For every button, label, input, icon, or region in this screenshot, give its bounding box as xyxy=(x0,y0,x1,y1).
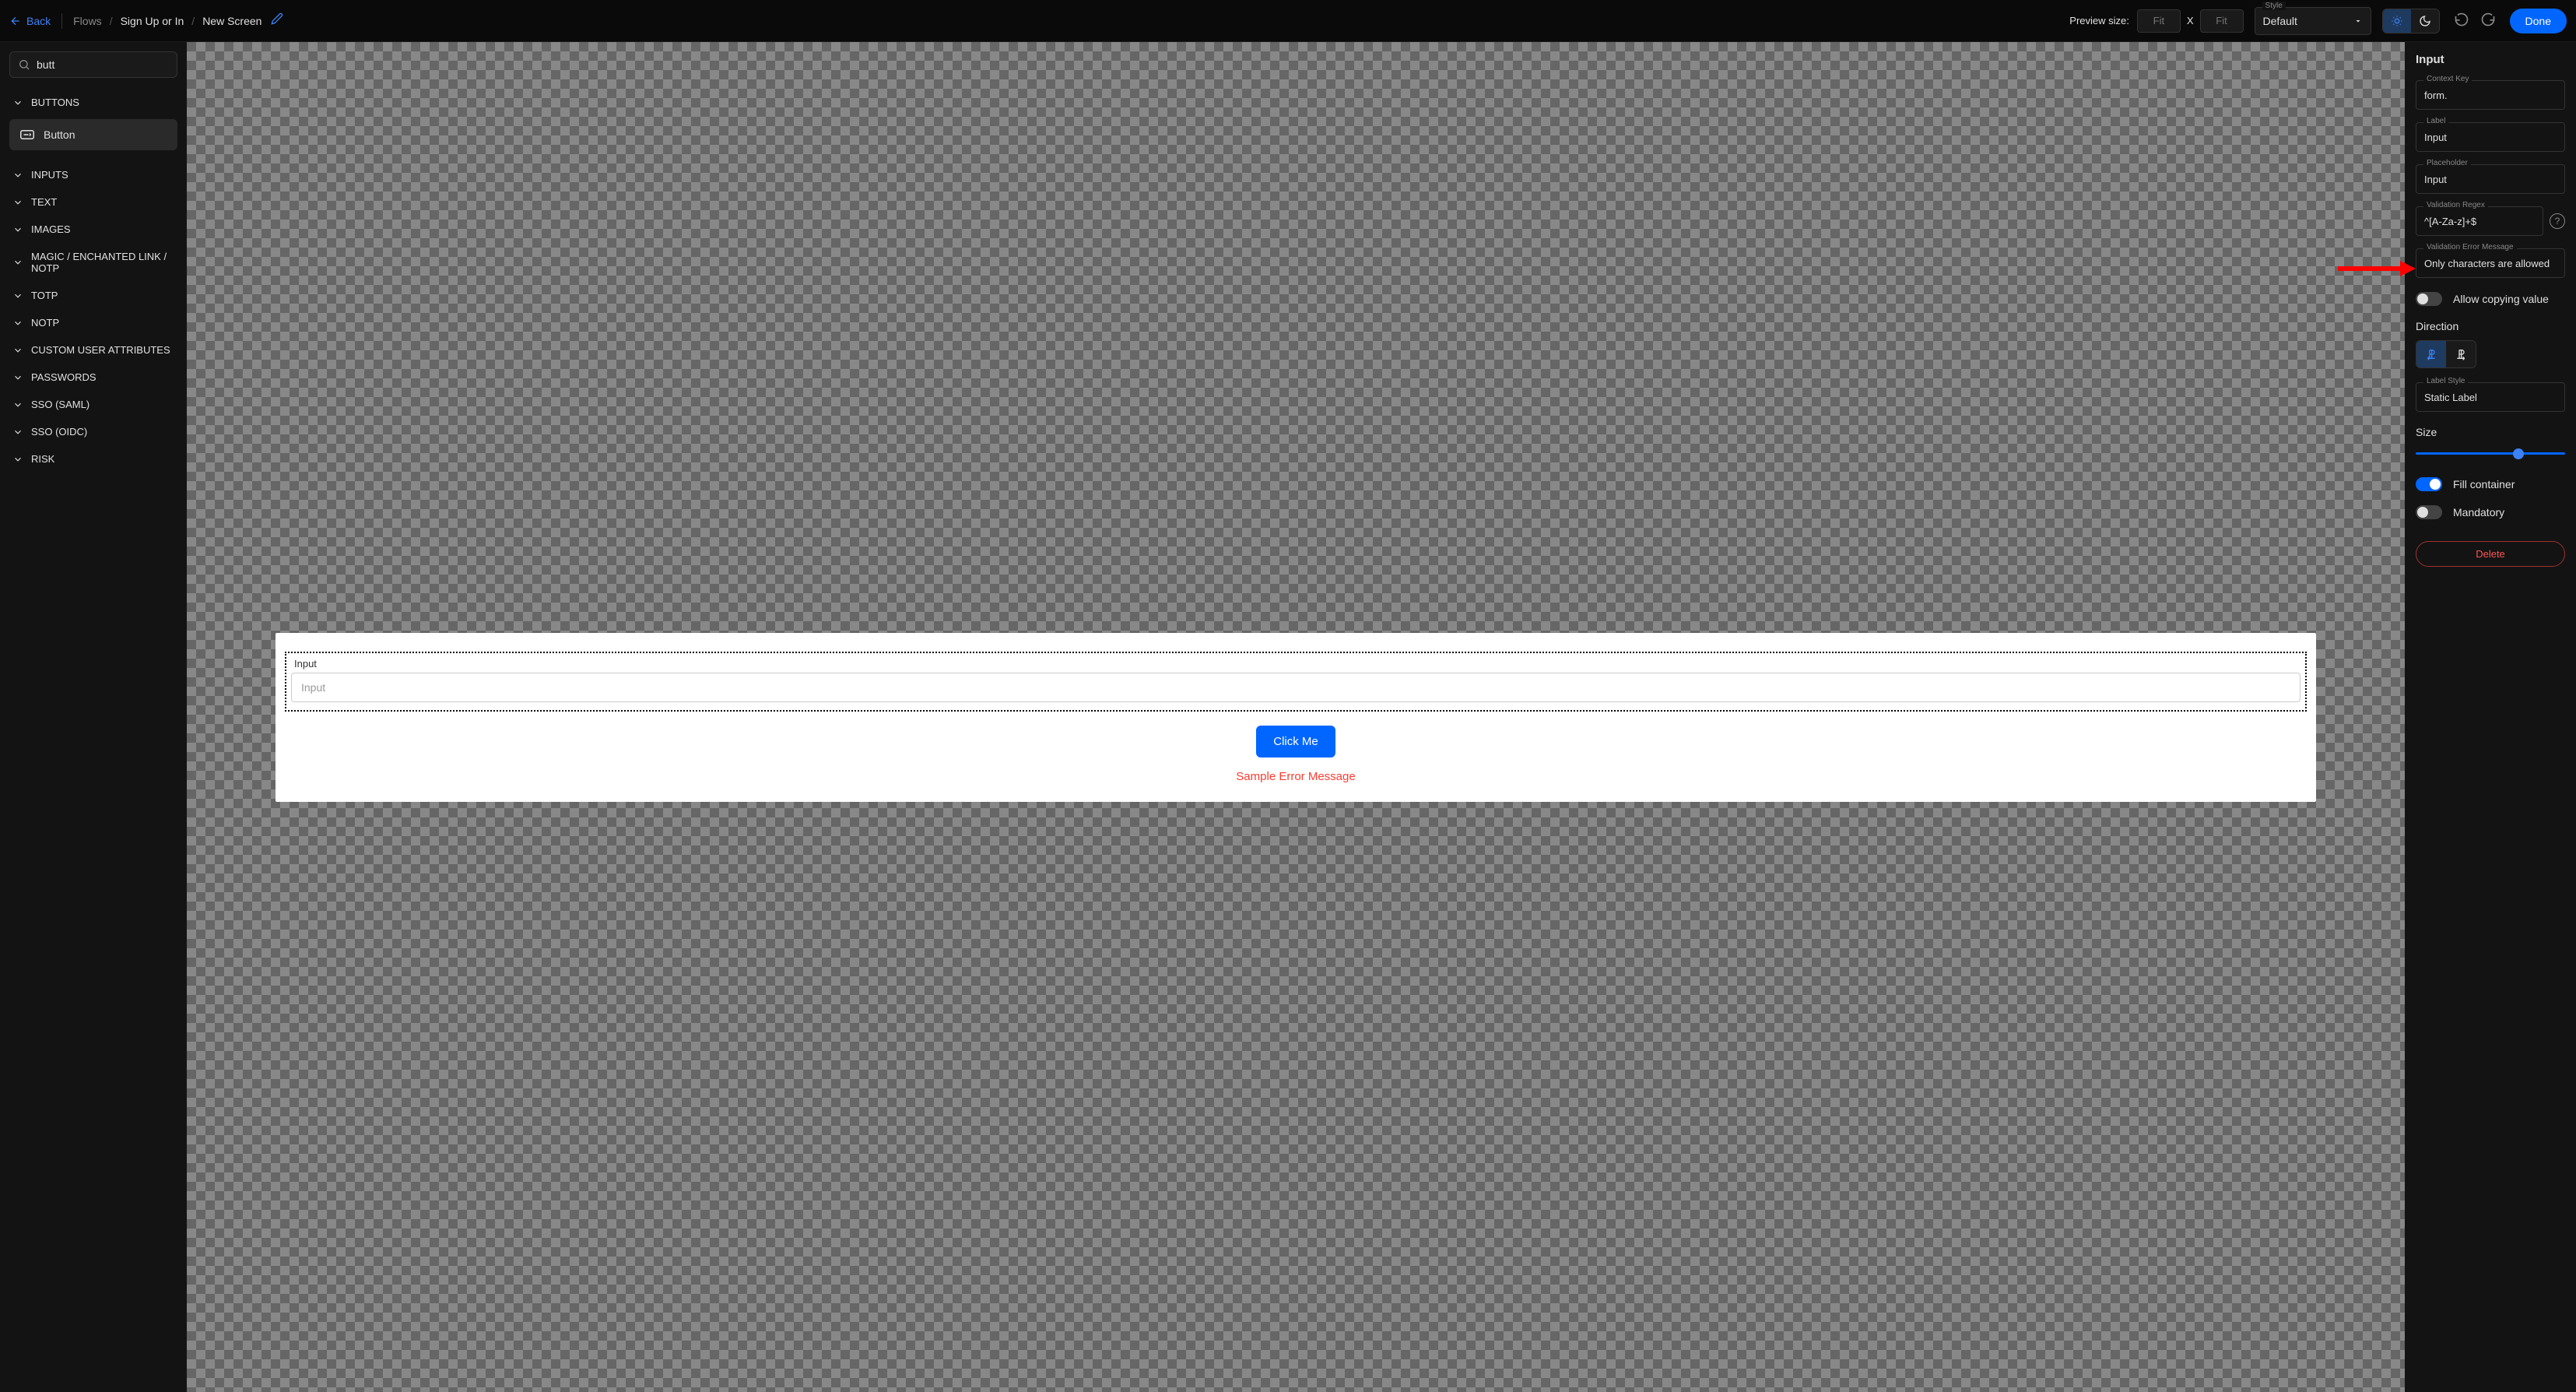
moon-icon xyxy=(2419,15,2431,27)
help-icon[interactable]: ? xyxy=(2550,213,2565,229)
breadcrumb-sep: / xyxy=(191,15,195,27)
chevron-down-icon xyxy=(2353,16,2363,26)
mandatory-label: Mandatory xyxy=(2453,506,2504,518)
style-value: Default xyxy=(2263,15,2297,27)
validation-regex-input[interactable] xyxy=(2416,206,2543,236)
annotation-arrow xyxy=(2338,259,2416,278)
sun-icon xyxy=(2391,15,2403,27)
preview-width-input[interactable] xyxy=(2137,9,2181,33)
theme-light-button[interactable] xyxy=(2383,9,2411,33)
field-placeholder: Placeholder xyxy=(2416,164,2565,194)
category-sso-saml-[interactable]: SSO (SAML) xyxy=(9,391,177,418)
search-icon xyxy=(18,58,30,71)
size-label: Size xyxy=(2416,426,2565,438)
category-notp[interactable]: NOTP xyxy=(9,309,177,336)
field-label: Context Key xyxy=(2423,75,2472,83)
category-images[interactable]: IMAGES xyxy=(9,216,177,243)
style-select-box: Style Default xyxy=(2255,7,2371,35)
canvas[interactable]: Input Input Click Me Sample Error Messag… xyxy=(187,42,2405,1392)
input-widget-selected[interactable]: Input Input xyxy=(285,652,2307,712)
category-custom-user-attributes[interactable]: CUSTOM USER ATTRIBUTES xyxy=(9,336,177,364)
size-slider[interactable] xyxy=(2416,446,2565,462)
field-label-style: Label Style xyxy=(2416,382,2565,412)
preview-size-x: X xyxy=(2187,15,2194,26)
category-risk[interactable]: RISK xyxy=(9,445,177,473)
preview-error-message: Sample Error Message xyxy=(285,770,2307,783)
theme-toggle xyxy=(2382,9,2440,33)
divider xyxy=(61,13,62,29)
undo-icon xyxy=(2454,12,2469,27)
fill-container-toggle[interactable] xyxy=(2416,477,2442,491)
search-box[interactable] xyxy=(9,51,177,78)
history-buttons xyxy=(2454,12,2496,30)
allow-copy-toggle[interactable] xyxy=(2416,292,2442,306)
component-button[interactable]: Button xyxy=(9,119,177,150)
validation-error-input[interactable] xyxy=(2416,248,2565,278)
rtl-icon xyxy=(2455,348,2467,360)
edit-icon[interactable] xyxy=(271,12,283,29)
back-button[interactable]: Back xyxy=(9,15,51,27)
category-buttons[interactable]: BUTTONS xyxy=(9,89,177,116)
topbar: Back Flows / Sign Up or In / New Screen … xyxy=(0,0,2576,42)
inspector-panel: Input Context Key Label Placeholder Vali… xyxy=(2405,42,2576,1392)
theme-dark-button[interactable] xyxy=(2411,9,2439,33)
screen-preview: Input Input Click Me Sample Error Messag… xyxy=(275,633,2316,802)
delete-button[interactable]: Delete xyxy=(2416,541,2565,567)
category-sso-oidc-[interactable]: SSO (OIDC) xyxy=(9,418,177,445)
search-input[interactable] xyxy=(37,58,169,71)
allow-copy-row: Allow copying value xyxy=(2416,292,2565,306)
style-select[interactable]: Default xyxy=(2255,7,2371,35)
placeholder-input[interactable] xyxy=(2416,164,2565,194)
allow-copy-label: Allow copying value xyxy=(2453,293,2549,305)
breadcrumb-sep: / xyxy=(110,15,113,27)
direction-rtl-button[interactable] xyxy=(2446,341,2476,367)
ltr-icon xyxy=(2425,348,2437,360)
fill-container-label: Fill container xyxy=(2453,478,2515,490)
context-key-input[interactable] xyxy=(2416,80,2565,110)
field-validation-error: Validation Error Message xyxy=(2416,248,2565,278)
slider-track xyxy=(2416,452,2565,455)
mandatory-toggle[interactable] xyxy=(2416,505,2442,519)
slider-thumb[interactable] xyxy=(2513,448,2524,459)
input-widget-field: Input xyxy=(291,673,2301,702)
inspector-title: Input xyxy=(2416,53,2565,66)
category-inputs[interactable]: INPUTS xyxy=(9,161,177,188)
fill-container-row: Fill container xyxy=(2416,477,2565,491)
field-label-group: Label xyxy=(2416,122,2565,152)
preview-height-input[interactable] xyxy=(2200,9,2244,33)
category-text[interactable]: TEXT xyxy=(9,188,177,216)
category-magic-enchanted-link-notp[interactable]: MAGIC / ENCHANTED LINK / NOTP xyxy=(9,243,177,282)
direction-buttons xyxy=(2416,340,2476,368)
direction-ltr-button[interactable] xyxy=(2416,341,2446,367)
mandatory-row: Mandatory xyxy=(2416,505,2565,519)
field-label: Placeholder xyxy=(2423,159,2471,167)
direction-label: Direction xyxy=(2416,320,2565,332)
field-context-key: Context Key xyxy=(2416,80,2565,110)
back-label: Back xyxy=(26,15,51,27)
style-label: Style xyxy=(2262,2,2286,10)
category-totp[interactable]: TOTP xyxy=(9,282,177,309)
field-label: Label xyxy=(2423,117,2448,125)
undo-button[interactable] xyxy=(2454,12,2469,30)
category-passwords[interactable]: PASSWORDS xyxy=(9,364,177,391)
preview-button[interactable]: Click Me xyxy=(1256,726,1335,758)
redo-icon xyxy=(2480,12,2496,27)
arrow-left-icon xyxy=(9,15,22,27)
preview-size-label: Preview size: xyxy=(2069,15,2129,26)
field-validation-regex: Validation Regex ? xyxy=(2416,206,2565,236)
breadcrumb: Flows / Sign Up or In / New Screen xyxy=(73,15,261,27)
breadcrumb-screen-name[interactable]: New Screen xyxy=(202,15,261,27)
field-label: Validation Error Message xyxy=(2423,243,2517,251)
redo-button[interactable] xyxy=(2480,12,2496,30)
label-input[interactable] xyxy=(2416,122,2565,152)
components-sidebar: BUTTONS Button INPUTSTEXTIMAGESMAGIC / ENC… xyxy=(0,42,187,1392)
input-widget-label: Input xyxy=(291,656,2301,671)
done-button[interactable]: Done xyxy=(2510,9,2567,33)
label-style-input[interactable] xyxy=(2416,382,2565,412)
field-label: Label Style xyxy=(2423,377,2468,385)
field-label: Validation Regex xyxy=(2423,201,2488,209)
breadcrumb-flow-name[interactable]: Sign Up or In xyxy=(121,15,184,27)
breadcrumb-flows[interactable]: Flows xyxy=(73,15,102,27)
button-icon xyxy=(20,129,34,140)
